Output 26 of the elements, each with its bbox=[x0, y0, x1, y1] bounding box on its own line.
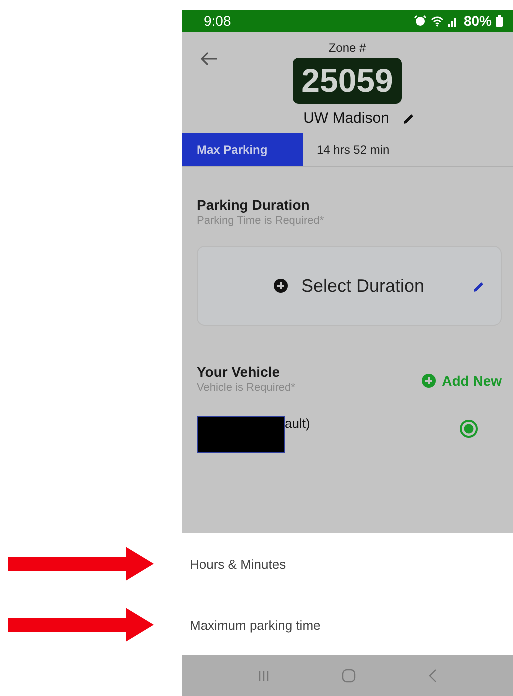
zone-label: Zone # bbox=[328, 41, 366, 55]
tab[interactable]: 14 hrs 52 min bbox=[303, 133, 404, 166]
alarm-icon bbox=[414, 15, 427, 27]
battery-icon bbox=[496, 15, 503, 27]
section-title: Parking Duration bbox=[197, 197, 311, 213]
section-subtitle: Vehicle is Required* bbox=[197, 382, 296, 394]
home-icon[interactable] bbox=[342, 668, 356, 682]
plus-circle-icon bbox=[274, 279, 288, 293]
pencil-icon bbox=[473, 281, 485, 293]
back-icon[interactable] bbox=[428, 668, 437, 682]
section-subtitle: Parking Time is Required* bbox=[197, 215, 326, 227]
status-time: 9:08 bbox=[204, 13, 232, 29]
plus-circle-icon bbox=[422, 374, 436, 388]
radio-button[interactable] bbox=[460, 420, 478, 438]
vehicle-name: ault) bbox=[285, 416, 310, 431]
back-arrow-icon[interactable] bbox=[200, 52, 218, 66]
signal-icon bbox=[448, 16, 458, 26]
pencil-icon[interactable] bbox=[403, 112, 416, 124]
recent-apps-icon[interactable] bbox=[258, 670, 270, 682]
select-duration-button[interactable]: Select Duration bbox=[197, 246, 502, 326]
battery-level: 80% bbox=[464, 13, 492, 29]
tab[interactable]: Max Parking bbox=[182, 133, 303, 166]
zone-number: 25059 bbox=[292, 58, 402, 104]
section-title: Your Vehicle bbox=[197, 364, 281, 380]
wifi-icon bbox=[430, 16, 444, 26]
zone-name: UW Madison bbox=[304, 110, 390, 127]
